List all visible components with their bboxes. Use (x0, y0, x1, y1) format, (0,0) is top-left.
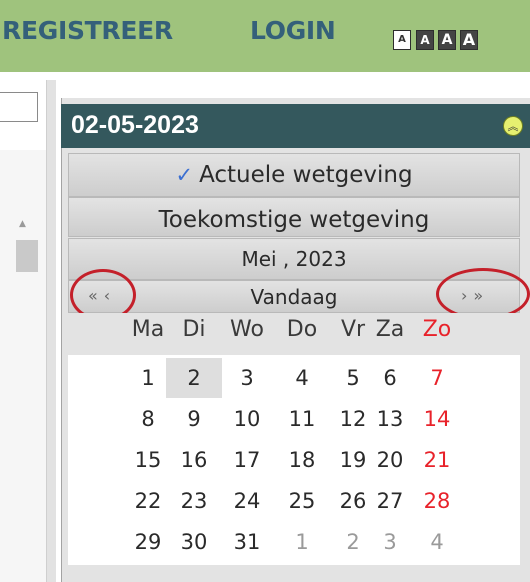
day-cell[interactable]: 24 (219, 481, 275, 521)
font-size-medium-button[interactable]: A (416, 30, 434, 50)
day-cell[interactable]: 1 (274, 522, 330, 562)
day-cell[interactable]: 30 (166, 522, 222, 562)
day-cell[interactable]: 21 (409, 440, 465, 480)
day-cell[interactable]: 4 (274, 358, 330, 398)
day-cell[interactable]: 28 (409, 481, 465, 521)
left-panel (0, 150, 46, 582)
collapse-chevron-up-icon[interactable]: ︽ (503, 116, 523, 136)
selected-day-cell[interactable]: 2 (166, 358, 222, 398)
weekday-label: Wo (230, 317, 264, 342)
day-cell[interactable]: 4 (409, 522, 465, 562)
day-cell[interactable]: 23 (166, 481, 222, 521)
selected-date: 02-05-2023 (71, 111, 199, 139)
day-cell[interactable]: 10 (219, 399, 275, 439)
day-cell[interactable]: 31 (219, 522, 275, 562)
future-law-button[interactable]: Toekomstige wetgeving (68, 197, 520, 237)
font-size-xlarge-button[interactable]: A (460, 30, 478, 50)
scrollbar-thumb[interactable] (16, 240, 38, 272)
font-size-large-button[interactable]: A (438, 30, 456, 50)
scroll-up-arrow-icon[interactable]: ▲ (19, 219, 26, 229)
font-size-small-button[interactable]: A (393, 30, 411, 50)
weekday-label: Do (286, 317, 318, 342)
day-cell[interactable]: 9 (166, 399, 222, 439)
day-cell[interactable]: 25 (274, 481, 330, 521)
current-law-button[interactable]: ✓ Actuele wetgeving (68, 153, 520, 197)
day-cell[interactable]: 3 (219, 358, 275, 398)
left-input-fragment[interactable] (0, 92, 38, 122)
day-cell[interactable]: 16 (166, 440, 222, 480)
current-law-label: Actuele wetgeving (199, 162, 413, 188)
month-label: Mei , 2023 (241, 247, 347, 271)
top-bar: REGISTREER LOGIN A A A A (0, 0, 530, 72)
today-label: Vandaag (250, 285, 338, 309)
future-law-label: Toekomstige wetgeving (158, 207, 430, 233)
checkmark-icon: ✓ (175, 163, 194, 187)
day-cell[interactable]: 7 (409, 358, 465, 398)
day-cell[interactable]: 17 (219, 440, 275, 480)
weekday-label: Zo (422, 317, 452, 342)
panel-divider (46, 80, 56, 582)
day-cell[interactable]: 11 (274, 399, 330, 439)
day-cell[interactable]: 18 (274, 440, 330, 480)
day-cell[interactable]: 14 (409, 399, 465, 439)
login-link[interactable]: LOGIN (250, 16, 336, 45)
register-link[interactable]: REGISTREER (2, 16, 173, 45)
calendar-header: 02-05-2023 ︽ (61, 104, 530, 148)
weekday-label: Di (182, 317, 206, 342)
